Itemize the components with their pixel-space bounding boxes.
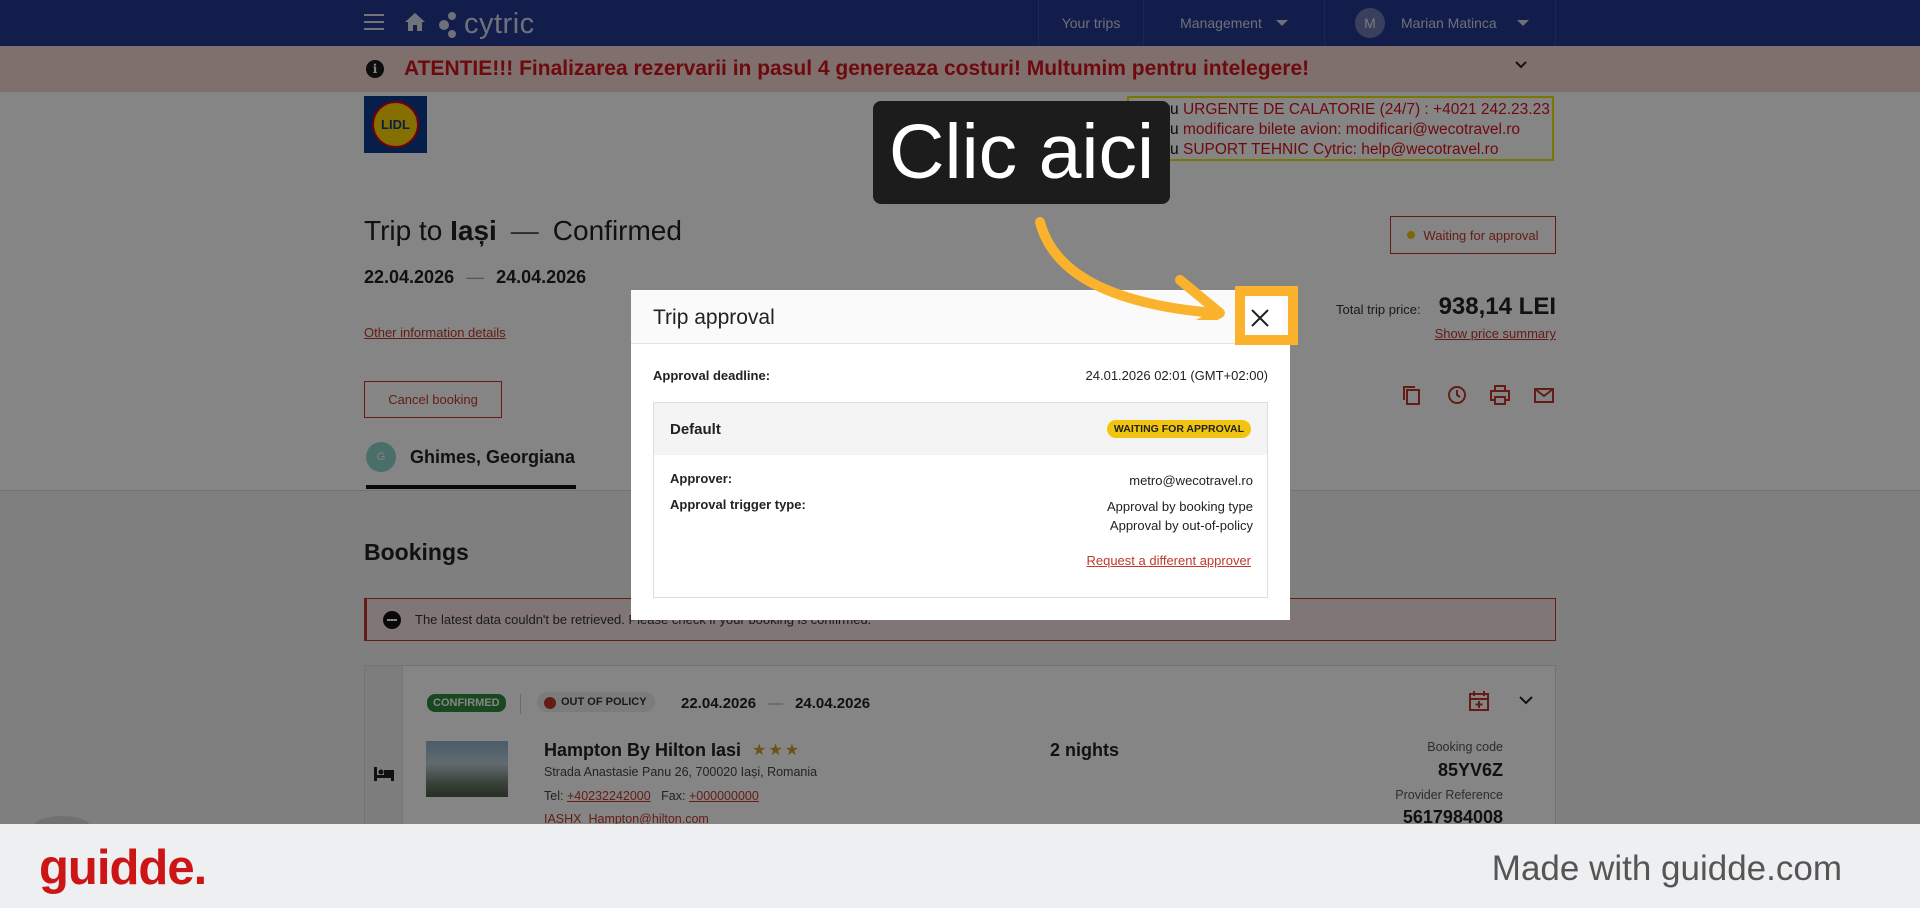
guidde-footer: guidde. Made with guidde.com: [0, 824, 1920, 908]
pointer-arrow-icon: [1035, 217, 1225, 320]
instruction-callout: Clic aici: [873, 101, 1170, 204]
guidde-logo: guidde.: [39, 841, 207, 895]
trigger-row: Approval trigger type: Approval by booki…: [670, 497, 1253, 535]
approver-value: metro@wecotravel.ro: [1129, 473, 1253, 488]
made-with-text: Made with guidde.com: [1491, 849, 1842, 888]
approval-box-header: Default WAITING FOR APPROVAL: [654, 403, 1267, 455]
click-highlight: [1235, 286, 1298, 345]
trip-approval-modal: Trip approval Approval deadline: 24.01.2…: [631, 290, 1290, 620]
approval-box: Default WAITING FOR APPROVAL Approver: m…: [653, 402, 1268, 598]
trigger-label: Approval trigger type:: [670, 497, 806, 512]
deadline-label: Approval deadline:: [653, 368, 771, 383]
approval-deadline-row: Approval deadline: 24.01.2026 02:01 (GMT…: [653, 368, 1268, 383]
approver-label: Approver:: [670, 471, 733, 486]
status-badge: WAITING FOR APPROVAL: [1106, 420, 1251, 438]
request-different-approver-link[interactable]: Request a different approver: [1086, 553, 1251, 568]
trigger-value: Approval by booking type Approval by out…: [1107, 499, 1253, 533]
approver-row: Approver: metro@wecotravel.ro: [670, 471, 1253, 490]
modal-title: Trip approval: [653, 306, 775, 329]
deadline-value: 24.01.2026 02:01 (GMT+02:00): [1085, 368, 1268, 383]
approval-box-title: Default: [670, 420, 721, 438]
